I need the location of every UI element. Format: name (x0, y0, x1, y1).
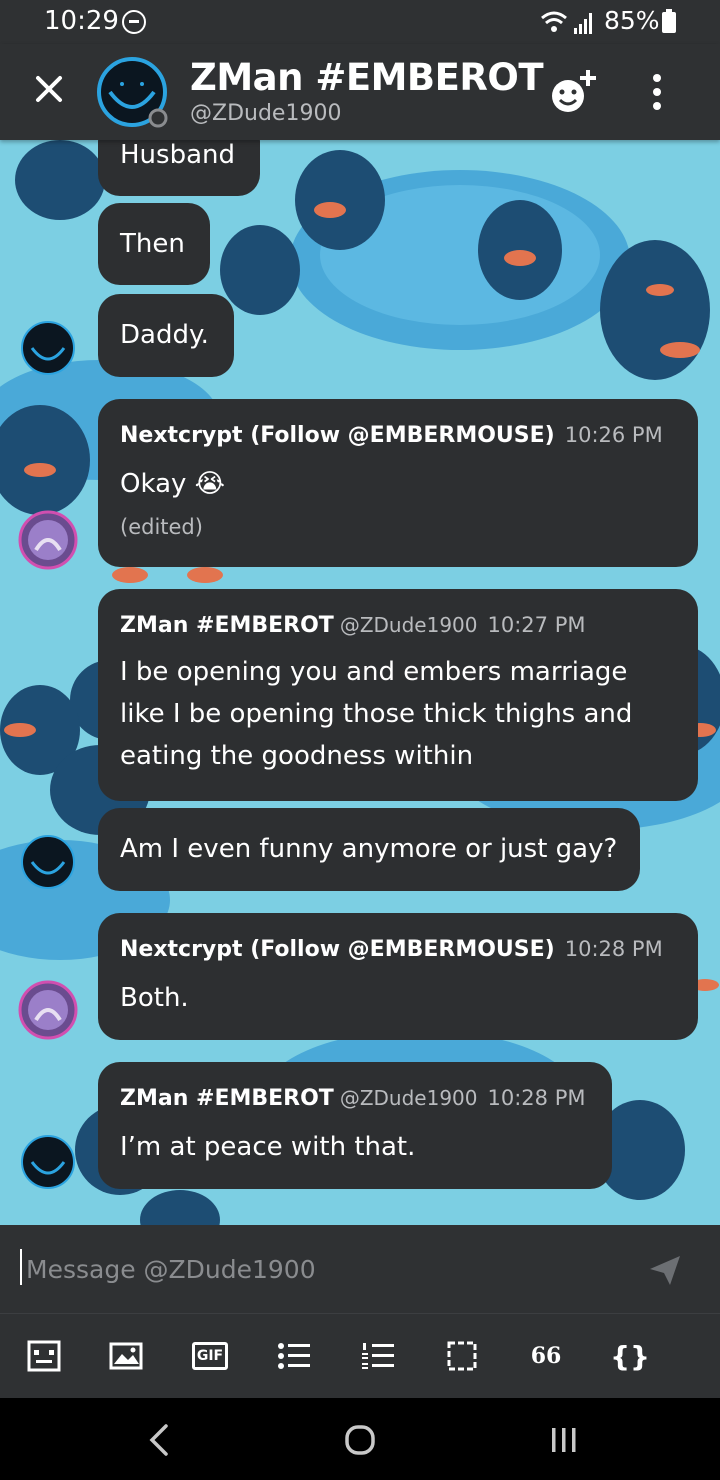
formatting-toolbar: GIF 66 {} (0, 1313, 720, 1398)
message-text: Okay 😭 (120, 469, 226, 499)
close-icon[interactable] (28, 68, 70, 110)
back-icon[interactable] (138, 1418, 182, 1462)
quote-icon[interactable]: 66 (526, 1336, 566, 1376)
numbered-list-icon[interactable] (358, 1336, 398, 1376)
status-bar: 10:29 85% (0, 0, 720, 44)
message-text-line: I be opening you and embers marriage (120, 657, 628, 687)
status-time: 10:29 (44, 6, 119, 36)
message-text-line: eating the goodness within (120, 741, 474, 771)
author-handle: @ZDude1900 (339, 1086, 478, 1110)
author-name[interactable]: ZMan #EMBEROT (120, 1086, 334, 1111)
author-name[interactable]: ZMan #EMBEROT (120, 613, 334, 638)
battery-icon (662, 9, 676, 33)
message-text: I’m at peace with that. (120, 1132, 416, 1162)
message-time: 10:26 PM (564, 423, 663, 447)
avatar[interactable] (20, 834, 76, 890)
attach-icon[interactable] (24, 1336, 64, 1376)
message-text: Husband (120, 140, 235, 170)
message-bubble[interactable]: Daddy. (98, 294, 234, 377)
chat-header: ZMan #EMBEROT @ZDude1900 (0, 44, 720, 140)
message-bubble[interactable]: Nextcrypt (Follow @EMBERMOUSE) 10:28 PM B… (98, 913, 698, 1040)
add-friend-icon[interactable] (546, 66, 600, 120)
avatar[interactable] (96, 56, 168, 128)
composer (0, 1225, 720, 1313)
message-time: 10:28 PM (564, 937, 663, 961)
author-name[interactable]: Nextcrypt (Follow @EMBERMOUSE) (120, 937, 555, 962)
battery-percent: 85% (604, 6, 660, 35)
quote-label: 66 (530, 1343, 562, 1369)
bullet-list-icon[interactable] (274, 1336, 314, 1376)
message-bubble[interactable]: Then (98, 203, 210, 285)
gif-label: GIF (191, 1342, 229, 1370)
message-text: Then (120, 229, 185, 259)
text-caret (20, 1249, 22, 1285)
wifi-signal-icon (541, 11, 592, 34)
recent-apps-icon[interactable] (542, 1418, 586, 1462)
avatar[interactable] (18, 510, 78, 570)
message-text: Both. (120, 983, 189, 1013)
code-label: {} (610, 1339, 650, 1373)
gif-icon[interactable]: GIF (190, 1336, 230, 1376)
message-list[interactable]: Husband Then Daddy. Nextcrypt (Follow @E… (0, 140, 720, 1225)
code-block-icon[interactable]: {} (610, 1336, 650, 1376)
message-bubble[interactable]: Nextcrypt (Follow @EMBERMOUSE) 10:26 PM O… (98, 399, 698, 567)
user-handle: @ZDude1900 (190, 101, 342, 126)
send-icon[interactable] (648, 1253, 682, 1287)
author-handle: @ZDude1900 (339, 613, 478, 637)
home-icon[interactable] (338, 1418, 382, 1462)
message-time: 10:27 PM (487, 613, 586, 637)
message-time: 10:28 PM (487, 1086, 586, 1110)
message-input-wrapper[interactable] (20, 1245, 620, 1293)
message-text-line: like I be opening those thick thighs and (120, 699, 633, 729)
message-bubble[interactable]: ZMan #EMBEROT @ZDude1900 10:28 PM I’m at p… (98, 1062, 612, 1189)
more-vertical-icon[interactable] (640, 68, 674, 118)
image-icon[interactable] (106, 1336, 146, 1376)
spoiler-icon[interactable] (442, 1336, 482, 1376)
message-bubble[interactable]: Husband (98, 140, 260, 196)
alarm-icon (122, 10, 146, 34)
edited-label: (edited) (120, 515, 203, 539)
avatar[interactable] (18, 980, 78, 1040)
page-title: ZMan #EMBEROT (190, 56, 544, 99)
message-text: Daddy. (120, 320, 209, 350)
message-bubble[interactable]: Am I even funny anymore or just gay? (98, 808, 640, 891)
system-navigation-bar (0, 1398, 720, 1480)
author-name[interactable]: Nextcrypt (Follow @EMBERMOUSE) (120, 423, 555, 448)
message-text: Am I even funny anymore or just gay? (120, 834, 618, 864)
message-input[interactable] (26, 1245, 616, 1293)
avatar[interactable] (20, 1134, 76, 1190)
message-bubble[interactable]: ZMan #EMBEROT @ZDude1900 10:27 PM I be ope… (98, 589, 698, 801)
avatar[interactable] (20, 320, 76, 376)
